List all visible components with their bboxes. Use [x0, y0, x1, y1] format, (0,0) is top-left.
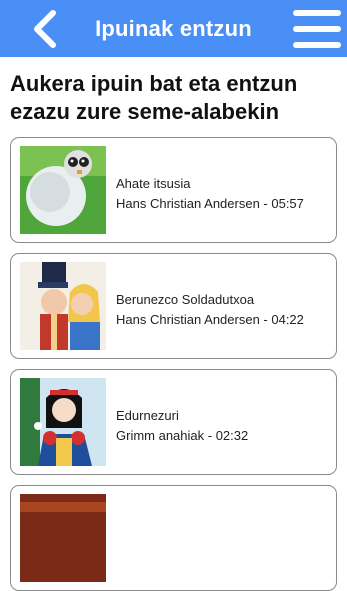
- story-card-ahate-itsusia[interactable]: Ahate itsusia Hans Christian Andersen - …: [10, 137, 337, 243]
- story-card-berunezco-soldadutxoa[interactable]: Berunezco Soldadutxoa Hans Christian And…: [10, 253, 337, 359]
- menu-button[interactable]: [293, 8, 341, 50]
- app-header: Ipuinak entzun: [0, 0, 347, 57]
- hamburger-menu-icon: [293, 10, 341, 16]
- story-thumbnail: [20, 146, 106, 234]
- story-card-4[interactable]: [10, 485, 337, 591]
- story-thumbnail: [20, 494, 106, 582]
- story-title: Berunezco Soldadutxoa: [116, 292, 255, 307]
- story-title: Edurnezuri: [116, 408, 179, 423]
- story-thumbnail: [20, 262, 106, 350]
- section-heading: Aukera ipuin bat eta entzun ezazu zure s…: [10, 71, 298, 124]
- story-title: Ahate itsusia: [116, 176, 191, 191]
- story-author-duration: Hans Christian Andersen - 05:57: [116, 196, 304, 211]
- story-author-duration: Hans Christian Andersen - 04:22: [116, 312, 304, 327]
- story-author-duration: Grimm anahiak - 02:32: [116, 428, 249, 443]
- story-thumbnail: [20, 378, 106, 466]
- story-card-edurnezuri[interactable]: Edurnezuri Grimm anahiak - 02:32: [10, 369, 337, 475]
